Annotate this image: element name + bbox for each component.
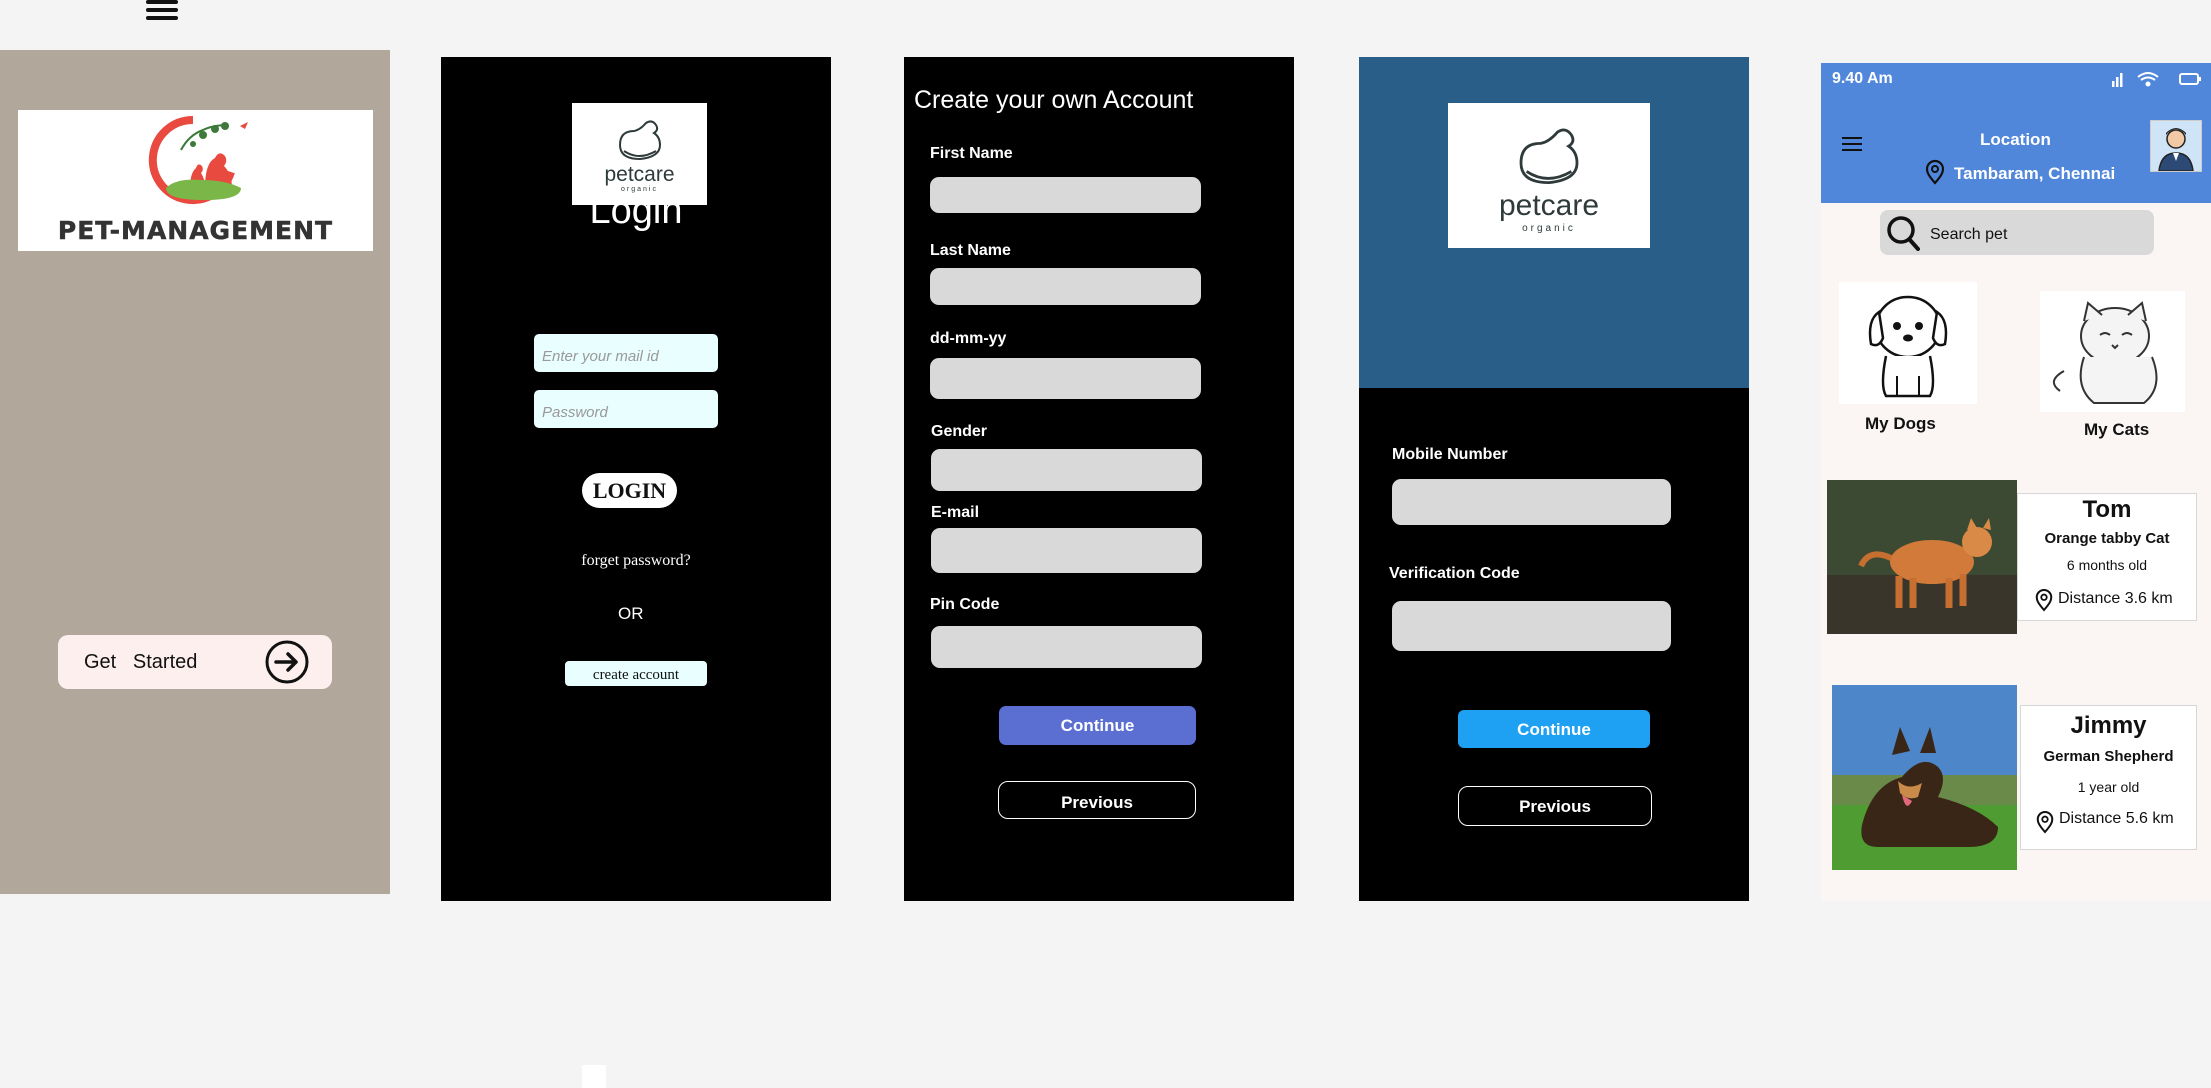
previous-button[interactable]: Previous — [998, 781, 1196, 819]
cat-drawing-icon — [2053, 301, 2158, 404]
pet-age: 6 months old — [2066, 557, 2148, 573]
password-input[interactable] — [534, 390, 718, 428]
last-name-field[interactable] — [930, 268, 1201, 305]
avatar[interactable] — [2150, 120, 2202, 172]
email-label: E-mail — [931, 504, 980, 521]
location-title: Location — [1980, 130, 2051, 149]
get-started-label: Get Started — [84, 650, 198, 673]
signup-title: Create your own Account — [914, 86, 1194, 114]
mobile-number-label: Mobile Number — [1392, 446, 1508, 463]
pin-code-field[interactable] — [931, 626, 1202, 668]
logo-title: PET-MANAGEMENT — [57, 216, 334, 246]
or-divider: OR — [618, 604, 644, 623]
search-placeholder: Search pet — [1930, 226, 2008, 243]
search-bar[interactable]: Search pet — [1880, 210, 2154, 255]
my-dogs-label[interactable]: My Dogs — [1865, 414, 1936, 434]
dog-category-image[interactable] — [1839, 282, 1977, 404]
pet-breed: Orange tabby Cat — [2044, 530, 2170, 547]
dog-logo-icon — [618, 120, 662, 161]
my-cats-label[interactable]: My Cats — [2084, 420, 2149, 440]
menu-icon[interactable] — [146, 0, 178, 22]
petcare-logo: petcare organic — [1448, 103, 1650, 248]
canvas-handle — [582, 1065, 606, 1088]
mobile-number-field[interactable] — [1392, 479, 1671, 525]
location-pin-icon — [2036, 811, 2054, 834]
continue-button[interactable]: Continue — [999, 706, 1196, 745]
create-account-button[interactable]: create account — [565, 661, 707, 686]
forget-password-link[interactable]: forget password? — [441, 552, 831, 570]
pet-name: Jimmy — [2070, 712, 2147, 739]
wifi-icon — [2137, 72, 2159, 87]
pet-card-tom[interactable]: Tom Orange tabby Cat 6 months old Distan… — [2017, 493, 2197, 621]
battery-icon — [2179, 73, 2201, 85]
tom-photo[interactable] — [1827, 480, 2017, 634]
pet-distance: Distance 5.6 km — [2059, 810, 2174, 827]
dog-logo-icon — [1519, 128, 1579, 185]
location-value[interactable]: Tambaram, Chennai — [1954, 164, 2115, 184]
first-name-label: First Name — [930, 145, 1013, 162]
pet-breed: German Shepherd — [2043, 748, 2174, 765]
previous-button[interactable]: Previous — [1458, 786, 1652, 826]
arrow-right-icon — [265, 640, 309, 684]
status-time: 9.40 Am — [1832, 70, 1893, 87]
login-button[interactable]: LOGIN — [582, 473, 677, 508]
cat-category-image[interactable] — [2040, 291, 2185, 412]
dog-drawing-icon — [1868, 295, 1948, 398]
pet-card-jimmy[interactable]: Jimmy German Shepherd 1 year old Distanc… — [2020, 705, 2197, 850]
location-pin-icon — [2035, 589, 2053, 612]
pet-name: Tom — [2082, 496, 2132, 523]
pin-code-label: Pin Code — [930, 596, 1000, 613]
user-avatar-icon — [2151, 121, 2201, 172]
brand-name: petcare — [1498, 189, 1600, 222]
get-started-button[interactable]: Get Started — [58, 635, 332, 689]
search-icon — [1887, 216, 1920, 251]
pet-age: 1 year old — [2077, 779, 2140, 795]
verification-code-field[interactable] — [1392, 601, 1671, 651]
brand-name: petcare — [604, 163, 675, 186]
status-icons — [2112, 72, 2201, 87]
hamburger-menu-icon[interactable] — [1842, 137, 1862, 153]
orange-cat-image — [1827, 480, 2017, 634]
login-title: Login — [589, 190, 683, 232]
verification-code-label: Verification Code — [1389, 565, 1520, 582]
last-name-label: Last Name — [930, 242, 1011, 259]
pet-distance: Distance 3.6 km — [2058, 590, 2173, 607]
gender-label: Gender — [931, 423, 988, 440]
email-input[interactable] — [534, 334, 718, 372]
gender-field[interactable] — [931, 449, 1202, 491]
location-pin-icon — [1925, 159, 1945, 185]
signal-icon — [2112, 73, 2123, 87]
german-shepherd-image — [1832, 685, 2017, 870]
email-field[interactable] — [931, 528, 1202, 573]
brand-tagline: organic — [1522, 223, 1576, 234]
dob-field[interactable] — [930, 358, 1201, 399]
pet-management-logo: PET-MANAGEMENT — [18, 110, 373, 251]
jimmy-photo[interactable] — [1832, 685, 2017, 870]
first-name-field[interactable] — [930, 177, 1201, 213]
continue-button[interactable]: Continue — [1458, 710, 1650, 748]
dob-label: dd-mm-yy — [930, 330, 1007, 347]
